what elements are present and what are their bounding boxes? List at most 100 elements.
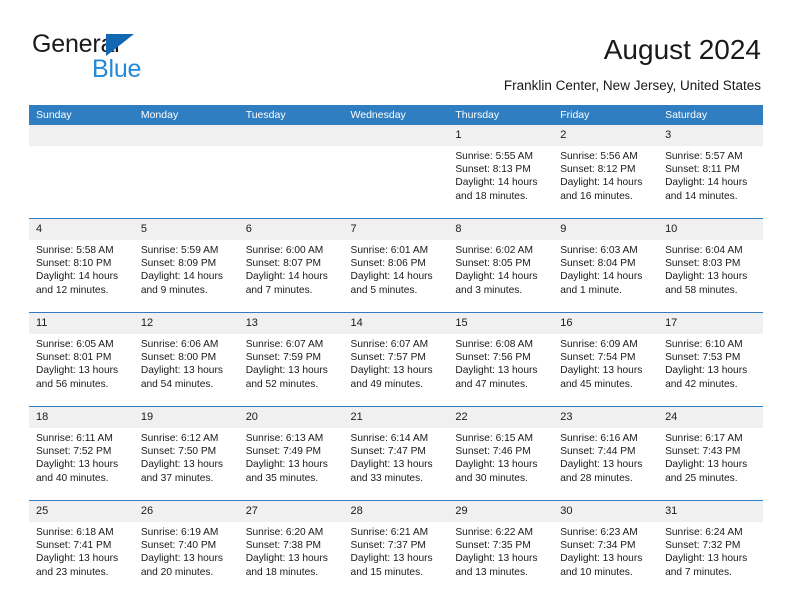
sunrise-text: Sunrise: 6:01 AM <box>350 245 429 256</box>
day-details: Sunrise: 6:12 AM Sunset: 7:50 PM Dayligh… <box>134 428 239 500</box>
calendar-day-cell[interactable]: 13 Sunrise: 6:07 AM Sunset: 7:59 PM Dayl… <box>238 312 344 407</box>
daylight-text-line1: Daylight: 14 hours <box>245 271 328 283</box>
daylight-text-line2: and 42 minutes. <box>665 378 738 390</box>
calendar-week-row: 25 Sunrise: 6:18 AM Sunset: 7:41 PM Dayl… <box>29 500 763 594</box>
calendar-day-cell[interactable]: 3 Sunrise: 5:57 AM Sunset: 8:11 PM Dayli… <box>658 125 763 219</box>
calendar-day-cell[interactable]: 7 Sunrise: 6:01 AM Sunset: 8:06 PM Dayli… <box>343 218 449 313</box>
sunrise-text: Sunrise: 6:10 AM <box>665 339 743 350</box>
calendar-week-row: 1 Sunrise: 5:55 AM Sunset: 8:13 PM Dayli… <box>29 125 763 219</box>
calendar-day-cell[interactable]: 5 Sunrise: 5:59 AM Sunset: 8:09 PM Dayli… <box>133 218 239 313</box>
day-number <box>343 125 449 146</box>
sunset-text: Sunset: 8:11 PM <box>665 164 740 176</box>
daylight-text-line2: and 13 minutes. <box>455 566 528 578</box>
day-number: 2 <box>553 125 659 146</box>
day-number: 27 <box>238 501 344 522</box>
sunrise-text: Sunrise: 6:18 AM <box>36 527 114 538</box>
day-details: Sunrise: 6:20 AM Sunset: 7:38 PM Dayligh… <box>239 522 344 594</box>
calendar-header-row: Sunday Monday Tuesday Wednesday Thursday… <box>29 105 763 125</box>
sunrise-text: Sunrise: 6:23 AM <box>560 527 638 538</box>
calendar-day-cell[interactable]: 22 Sunrise: 6:15 AM Sunset: 7:46 PM Dayl… <box>448 406 554 501</box>
calendar-day-cell[interactable]: 25 Sunrise: 6:18 AM Sunset: 7:41 PM Dayl… <box>29 500 134 594</box>
day-details: Sunrise: 6:14 AM Sunset: 7:47 PM Dayligh… <box>344 428 449 500</box>
calendar-day-cell[interactable]: 29 Sunrise: 6:22 AM Sunset: 7:35 PM Dayl… <box>448 500 554 594</box>
calendar-day-cell[interactable]: 26 Sunrise: 6:19 AM Sunset: 7:40 PM Dayl… <box>133 500 239 594</box>
calendar-day-cell[interactable]: 6 Sunrise: 6:00 AM Sunset: 8:07 PM Dayli… <box>238 218 344 313</box>
daylight-text-line2: and 45 minutes. <box>560 378 633 390</box>
sunrise-text: Sunrise: 5:58 AM <box>36 245 114 256</box>
day-details <box>29 146 134 218</box>
day-details <box>344 146 449 218</box>
weekday-header-friday: Friday <box>553 105 659 125</box>
sunset-text: Sunset: 7:44 PM <box>560 446 636 458</box>
calendar-day-cell[interactable]: 31 Sunrise: 6:24 AM Sunset: 7:32 PM Dayl… <box>658 500 763 594</box>
calendar-table: Sunday Monday Tuesday Wednesday Thursday… <box>29 105 763 594</box>
daylight-text-line2: and 40 minutes. <box>36 472 109 484</box>
calendar-day-cell[interactable] <box>238 125 344 219</box>
sunrise-text: Sunrise: 6:17 AM <box>665 433 743 444</box>
sunset-text: Sunset: 7:37 PM <box>350 540 426 552</box>
calendar-day-cell[interactable]: 20 Sunrise: 6:13 AM Sunset: 7:49 PM Dayl… <box>238 406 344 501</box>
daylight-text-line1: Daylight: 13 hours <box>350 459 433 471</box>
calendar-day-cell[interactable]: 27 Sunrise: 6:20 AM Sunset: 7:38 PM Dayl… <box>238 500 344 594</box>
day-number: 5 <box>133 219 239 240</box>
calendar-day-cell[interactable]: 11 Sunrise: 6:05 AM Sunset: 8:01 PM Dayl… <box>29 312 134 407</box>
calendar-day-cell[interactable]: 17 Sunrise: 6:10 AM Sunset: 7:53 PM Dayl… <box>658 312 763 407</box>
calendar-day-cell[interactable] <box>133 125 239 219</box>
sunrise-text: Sunrise: 6:13 AM <box>245 433 324 444</box>
sunrise-text: Sunrise: 6:06 AM <box>140 339 219 350</box>
brand-logo[interactable]: General Blue <box>32 31 262 87</box>
calendar-day-cell[interactable]: 12 Sunrise: 6:06 AM Sunset: 8:00 PM Dayl… <box>133 312 239 407</box>
calendar-day-cell[interactable]: 21 Sunrise: 6:14 AM Sunset: 7:47 PM Dayl… <box>343 406 449 501</box>
calendar-day-cell[interactable]: 8 Sunrise: 6:02 AM Sunset: 8:05 PM Dayli… <box>448 218 554 313</box>
weekday-header-sunday: Sunday <box>29 105 134 125</box>
daylight-text-line1: Daylight: 13 hours <box>245 553 328 565</box>
calendar-day-cell[interactable]: 30 Sunrise: 6:23 AM Sunset: 7:34 PM Dayl… <box>553 500 659 594</box>
sunrise-text: Sunrise: 6:24 AM <box>665 527 743 538</box>
sunset-text: Sunset: 8:06 PM <box>350 258 426 270</box>
sunset-text: Sunset: 7:49 PM <box>245 446 322 458</box>
sunrise-text: Sunrise: 6:08 AM <box>455 339 533 350</box>
sunset-text: Sunset: 8:00 PM <box>140 352 217 364</box>
daylight-text-line1: Daylight: 14 hours <box>140 271 223 283</box>
sunrise-text: Sunrise: 6:22 AM <box>455 527 533 538</box>
day-details: Sunrise: 5:56 AM Sunset: 8:12 PM Dayligh… <box>553 146 658 218</box>
calendar-day-cell[interactable]: 4 Sunrise: 5:58 AM Sunset: 8:10 PM Dayli… <box>29 218 134 313</box>
day-details: Sunrise: 6:07 AM Sunset: 7:57 PM Dayligh… <box>344 334 449 406</box>
day-details: Sunrise: 6:00 AM Sunset: 8:07 PM Dayligh… <box>239 240 344 312</box>
sunrise-text: Sunrise: 6:21 AM <box>350 527 429 538</box>
daylight-text-line2: and 47 minutes. <box>455 378 528 390</box>
calendar-day-cell[interactable]: 19 Sunrise: 6:12 AM Sunset: 7:50 PM Dayl… <box>133 406 239 501</box>
calendar-body: 1 Sunrise: 5:55 AM Sunset: 8:13 PM Dayli… <box>29 125 763 594</box>
daylight-text-line1: Daylight: 14 hours <box>36 271 119 283</box>
daylight-text-line2: and 7 minutes. <box>665 566 732 578</box>
sunset-text: Sunset: 8:04 PM <box>560 258 636 270</box>
calendar-day-cell[interactable]: 10 Sunrise: 6:04 AM Sunset: 8:03 PM Dayl… <box>658 218 763 313</box>
weekday-header-thursday: Thursday <box>448 105 554 125</box>
calendar-day-cell[interactable]: 18 Sunrise: 6:11 AM Sunset: 7:52 PM Dayl… <box>29 406 134 501</box>
sunset-text: Sunset: 8:01 PM <box>36 352 112 364</box>
daylight-text-line2: and 10 minutes. <box>560 566 633 578</box>
calendar-day-cell[interactable]: 1 Sunrise: 5:55 AM Sunset: 8:13 PM Dayli… <box>448 125 554 219</box>
calendar-day-cell[interactable]: 23 Sunrise: 6:16 AM Sunset: 7:44 PM Dayl… <box>553 406 659 501</box>
daylight-text-line2: and 54 minutes. <box>140 378 214 390</box>
day-details: Sunrise: 6:07 AM Sunset: 7:59 PM Dayligh… <box>239 334 344 406</box>
calendar-day-cell[interactable] <box>343 125 449 219</box>
calendar-week-row: 4 Sunrise: 5:58 AM Sunset: 8:10 PM Dayli… <box>29 218 763 313</box>
day-details: Sunrise: 6:02 AM Sunset: 8:05 PM Dayligh… <box>448 240 553 312</box>
day-number <box>133 125 239 146</box>
sunrise-text: Sunrise: 5:59 AM <box>140 245 219 256</box>
day-number: 16 <box>553 313 659 334</box>
calendar-day-cell[interactable]: 14 Sunrise: 6:07 AM Sunset: 7:57 PM Dayl… <box>343 312 449 407</box>
sunset-text: Sunset: 7:40 PM <box>140 540 217 552</box>
calendar-day-cell[interactable]: 28 Sunrise: 6:21 AM Sunset: 7:37 PM Dayl… <box>343 500 449 594</box>
calendar-day-cell[interactable]: 24 Sunrise: 6:17 AM Sunset: 7:43 PM Dayl… <box>658 406 763 501</box>
page-header: General Blue August 2024 Franklin Center… <box>0 0 792 100</box>
daylight-text-line2: and 56 minutes. <box>36 378 109 390</box>
sunrise-text: Sunrise: 6:16 AM <box>560 433 638 444</box>
calendar-day-cell[interactable]: 9 Sunrise: 6:03 AM Sunset: 8:04 PM Dayli… <box>553 218 659 313</box>
calendar-day-cell[interactable]: 2 Sunrise: 5:56 AM Sunset: 8:12 PM Dayli… <box>553 125 659 219</box>
day-number: 1 <box>448 125 554 146</box>
calendar-day-cell[interactable]: 16 Sunrise: 6:09 AM Sunset: 7:54 PM Dayl… <box>553 312 659 407</box>
calendar-day-cell[interactable]: 15 Sunrise: 6:08 AM Sunset: 7:56 PM Dayl… <box>448 312 554 407</box>
calendar-day-cell[interactable] <box>29 125 134 219</box>
